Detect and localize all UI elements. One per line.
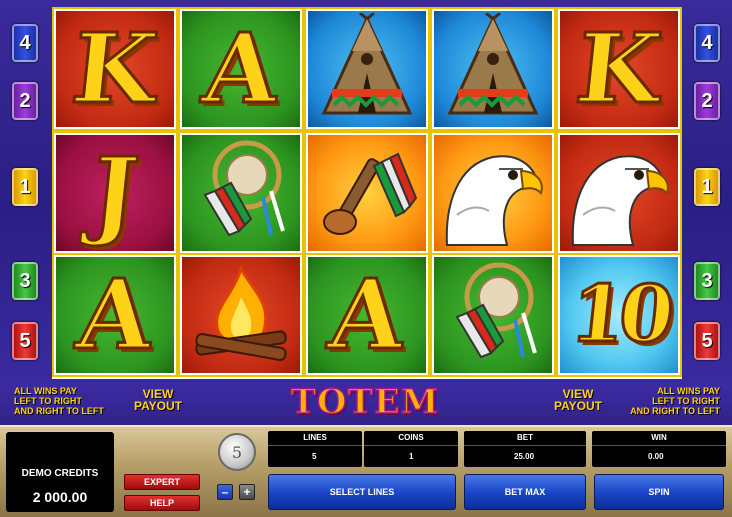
wins-info-line: ALL WINS PAY bbox=[14, 386, 77, 396]
reels-area: K J A A A K 10 bbox=[52, 7, 682, 379]
coins-display: COINS 1 bbox=[364, 431, 458, 467]
reel-2-symbol-2 bbox=[178, 131, 304, 255]
pipe-icon bbox=[312, 136, 422, 251]
reel-1-symbol-1: K bbox=[52, 7, 178, 131]
wins-info-line: AND RIGHT TO LEFT bbox=[630, 406, 720, 416]
line-marker-5-right[interactable]: 5 bbox=[694, 322, 720, 360]
bet-label: BET bbox=[464, 433, 586, 446]
bet-display: BET 25.00 bbox=[464, 431, 586, 467]
reel-4-symbol-2 bbox=[430, 131, 556, 255]
reel-1-symbol-3: A bbox=[52, 253, 178, 377]
reel-1-symbol-2: J bbox=[52, 131, 178, 255]
view-payout-left-button[interactable]: VIEW PAYOUT bbox=[130, 388, 186, 412]
coins-label: COINS bbox=[364, 433, 458, 446]
wins-info-line: LEFT TO RIGHT bbox=[14, 396, 82, 406]
eagle-icon bbox=[563, 135, 675, 251]
win-display: WIN 0.00 bbox=[592, 431, 726, 467]
line-marker-4-right[interactable]: 4 bbox=[694, 24, 720, 62]
reel-3-symbol-3: A bbox=[304, 253, 430, 377]
payout-label: PAYOUT bbox=[133, 399, 182, 413]
expert-button[interactable]: EXPERT bbox=[124, 474, 200, 490]
symbol-j: J bbox=[85, 135, 145, 251]
reel-2-symbol-1: A bbox=[178, 7, 304, 131]
credits-display: DEMO CREDITS 2 000.00 bbox=[6, 432, 114, 512]
bet-value: 25.00 bbox=[514, 452, 535, 461]
line-marker-5-left[interactable]: 5 bbox=[12, 322, 38, 360]
spin-button[interactable]: SPIN bbox=[594, 474, 724, 510]
bet-max-button[interactable]: BET MAX bbox=[464, 474, 586, 510]
teepee-icon bbox=[438, 11, 548, 126]
symbol-a: A bbox=[196, 11, 285, 127]
line-marker-4-left[interactable]: 4 bbox=[12, 24, 38, 62]
credits-value: 2 000.00 bbox=[32, 489, 88, 505]
eagle-icon bbox=[437, 135, 549, 251]
line-marker-3-right[interactable]: 3 bbox=[694, 262, 720, 300]
select-lines-button[interactable]: SELECT LINES bbox=[268, 474, 456, 510]
reel-2-symbol-3 bbox=[178, 253, 304, 377]
wins-info-line: AND RIGHT TO LEFT bbox=[14, 406, 104, 416]
reel-5-symbol-1: K bbox=[556, 7, 682, 131]
symbol-10: 10 bbox=[564, 268, 673, 362]
symbol-a: A bbox=[322, 257, 411, 373]
line-marker-2-left[interactable]: 2 bbox=[12, 82, 38, 120]
reel-3-symbol-1 bbox=[304, 7, 430, 131]
help-button[interactable]: HELP bbox=[124, 495, 200, 511]
reel-4-symbol-3 bbox=[430, 253, 556, 377]
dreamcatcher-icon bbox=[185, 135, 297, 251]
symbol-k: K bbox=[66, 11, 164, 127]
coins-value: 1 bbox=[409, 452, 414, 461]
wins-info-left: ALL WINS PAY LEFT TO RIGHT AND RIGHT TO … bbox=[14, 386, 104, 416]
win-value: 0.00 bbox=[648, 452, 664, 461]
reel-5-symbol-2 bbox=[556, 131, 682, 255]
slot-game: 4 2 1 3 5 4 2 1 3 5 K J A A A K 10 ALL WINS PA… bbox=[0, 0, 732, 517]
teepee-icon bbox=[312, 11, 422, 126]
lines-label: LINES bbox=[268, 433, 362, 446]
dreamcatcher-icon bbox=[437, 257, 549, 373]
coin-decrease-button[interactable]: – bbox=[217, 484, 233, 500]
reel-3-symbol-2 bbox=[304, 131, 430, 255]
wins-info-line: LEFT TO RIGHT bbox=[652, 396, 720, 406]
reel-4-symbol-1 bbox=[430, 7, 556, 131]
view-payout-right-button[interactable]: VIEW PAYOUT bbox=[550, 388, 606, 412]
game-logo: TOTEM TREASURE bbox=[253, 381, 476, 463]
payout-label: PAYOUT bbox=[553, 399, 602, 413]
coin-value-button[interactable]: 5 bbox=[218, 433, 256, 471]
win-label: WIN bbox=[592, 433, 726, 446]
credits-label: DEMO CREDITS bbox=[21, 468, 99, 479]
line-marker-1-right[interactable]: 1 bbox=[694, 168, 720, 206]
coin-increase-button[interactable]: + bbox=[239, 484, 255, 500]
wins-info-line: ALL WINS PAY bbox=[657, 386, 720, 396]
line-marker-3-left[interactable]: 3 bbox=[12, 262, 38, 300]
wins-info-right: ALL WINS PAY LEFT TO RIGHT AND RIGHT TO … bbox=[628, 386, 720, 416]
reel-5-symbol-3: 10 bbox=[556, 253, 682, 377]
line-marker-2-right[interactable]: 2 bbox=[694, 82, 720, 120]
symbol-a: A bbox=[70, 257, 159, 373]
symbol-k: K bbox=[570, 11, 668, 127]
lines-display: LINES 5 bbox=[268, 431, 362, 467]
line-marker-1-left[interactable]: 1 bbox=[12, 168, 38, 206]
campfire-icon bbox=[186, 259, 296, 372]
lines-value: 5 bbox=[312, 452, 317, 461]
